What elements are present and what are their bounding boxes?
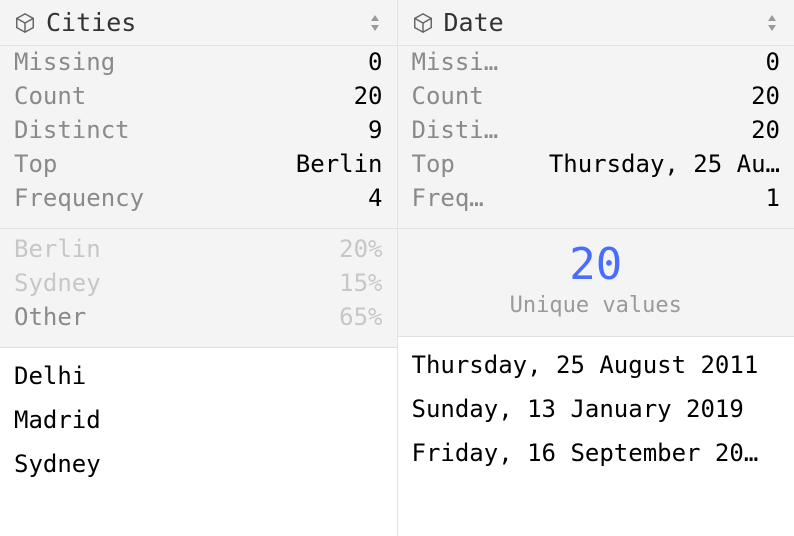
- stat-value: 9: [368, 116, 382, 144]
- sort-icon[interactable]: [367, 13, 383, 33]
- cube-icon: [412, 12, 434, 34]
- distribution-row: Other 65%: [14, 303, 383, 337]
- stat-row: Distinct 9: [14, 116, 383, 150]
- distribution-pct: 15%: [339, 269, 382, 297]
- stat-label: Top: [412, 150, 455, 178]
- unique-caption: Unique values: [398, 293, 794, 318]
- distribution-row: Sydney 15%: [14, 269, 383, 303]
- stats-block: Missing 0 Count 20 Distinct 9 Top Berlin…: [0, 46, 397, 229]
- stat-label: Top: [14, 150, 57, 178]
- table-cell[interactable]: Madrid: [14, 398, 383, 442]
- stat-value: 20: [354, 82, 383, 110]
- column-title: Cities: [46, 8, 357, 37]
- stat-value: 4: [368, 184, 382, 212]
- data-rows: Thursday, 25 August 2011 Sunday, 13 Janu…: [398, 337, 794, 481]
- stat-value: 20: [751, 116, 780, 144]
- stat-value: 20: [751, 82, 780, 110]
- column-date: Date Missi… 0 Count 20 Disti… 20: [398, 0, 794, 536]
- sort-icon[interactable]: [764, 13, 780, 33]
- stat-row: Missing 0: [14, 48, 383, 82]
- distribution-block: Berlin 20% Sydney 15% Other 65%: [0, 229, 397, 348]
- stat-label: Count: [14, 82, 86, 110]
- stat-label: Freq…: [412, 184, 484, 212]
- data-rows: Delhi Madrid Sydney: [0, 348, 397, 492]
- stat-row: Missi… 0: [412, 48, 781, 82]
- column-header-date[interactable]: Date: [398, 0, 794, 46]
- table-cell[interactable]: Friday, 16 September 20…: [412, 431, 781, 475]
- stat-label: Distinct: [14, 116, 130, 144]
- stat-value: Thursday, 25 Au…: [549, 150, 780, 178]
- table-cell[interactable]: Delhi: [14, 354, 383, 398]
- stat-row: Count 20: [412, 82, 781, 116]
- stat-label: Disti…: [412, 116, 499, 144]
- stat-row: Top Thursday, 25 Au…: [412, 150, 781, 184]
- stat-value: 0: [368, 48, 382, 76]
- distribution-pct: 65%: [339, 303, 382, 331]
- stat-row: Top Berlin: [14, 150, 383, 184]
- cube-icon: [14, 12, 36, 34]
- stat-value: Berlin: [296, 150, 383, 178]
- distribution-row: Berlin 20%: [14, 235, 383, 269]
- table-cell[interactable]: Sydney: [14, 442, 383, 486]
- unique-values-summary: 20 Unique values: [398, 229, 794, 337]
- distribution-label: Sydney: [14, 269, 101, 297]
- stat-label: Missing: [14, 48, 115, 76]
- stats-block: Missi… 0 Count 20 Disti… 20 Top Thursday…: [398, 46, 794, 229]
- stat-label: Count: [412, 82, 484, 110]
- stat-label: Frequency: [14, 184, 144, 212]
- column-cities: Cities Missing 0 Count 20 Distinct 9: [0, 0, 398, 536]
- stat-row: Frequency 4: [14, 184, 383, 218]
- distribution-label: Berlin: [14, 235, 101, 263]
- column-header-cities[interactable]: Cities: [0, 0, 397, 46]
- table-cell[interactable]: Thursday, 25 August 2011: [412, 343, 781, 387]
- stat-row: Disti… 20: [412, 116, 781, 150]
- stat-value: 1: [766, 184, 780, 212]
- stat-label: Missi…: [412, 48, 499, 76]
- unique-number: 20: [398, 243, 794, 287]
- distribution-label: Other: [14, 303, 86, 331]
- column-title: Date: [444, 8, 755, 37]
- stat-row: Count 20: [14, 82, 383, 116]
- stat-value: 0: [766, 48, 780, 76]
- stat-row: Freq… 1: [412, 184, 781, 218]
- table-cell[interactable]: Sunday, 13 January 2019: [412, 387, 781, 431]
- distribution-pct: 20%: [339, 235, 382, 263]
